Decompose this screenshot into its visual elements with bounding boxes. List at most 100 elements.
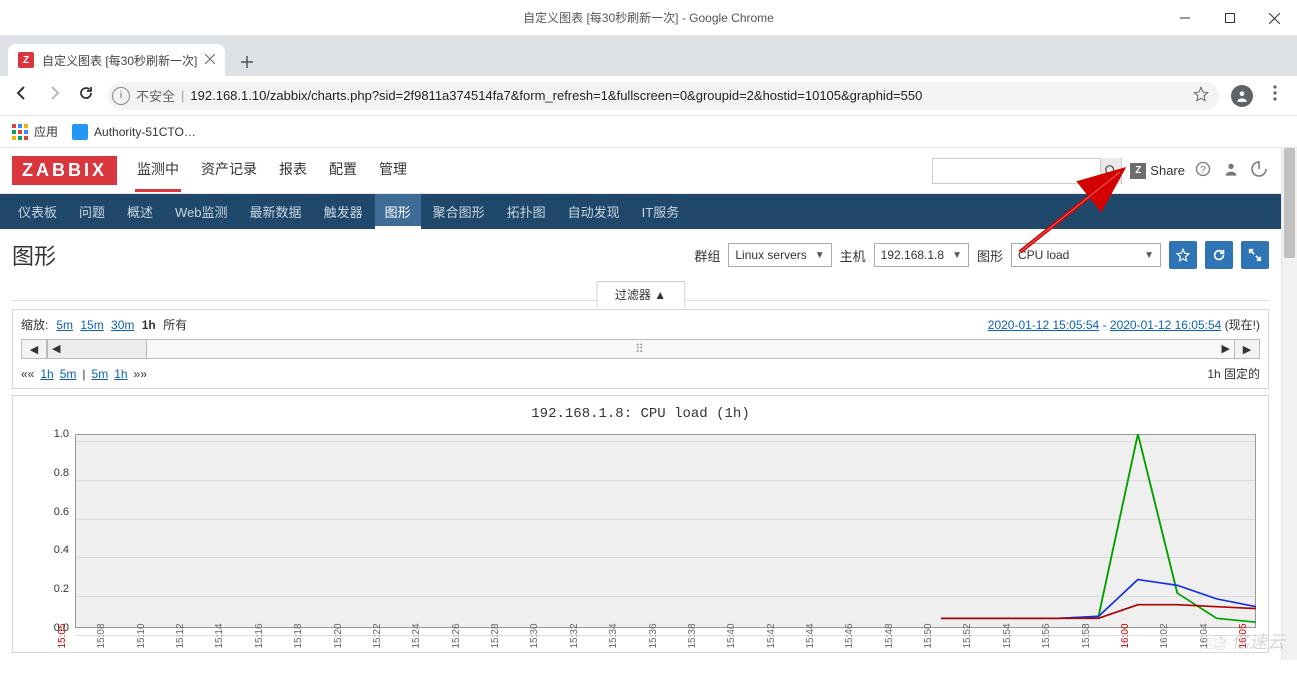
host-label: 主机	[840, 246, 866, 265]
subnav-latest[interactable]: 最新数据	[240, 194, 312, 229]
page-content: ZABBIX 监测中 资产记录 报表 配置 管理 Z Share	[0, 148, 1281, 653]
slider-right-button[interactable]: ▶	[1234, 339, 1260, 359]
group-select[interactable]: Linux servers ▼	[728, 243, 831, 267]
caret-down-icon: ▼	[1144, 250, 1154, 261]
chart-container: 192.168.1.8: CPU load (1h) 15:0515:0815:…	[12, 395, 1269, 653]
user-icon[interactable]	[1221, 161, 1241, 180]
zabbix-logo[interactable]: ZABBIX	[12, 156, 117, 185]
nav-dbl-right[interactable]: »»	[134, 367, 147, 381]
browser-tab[interactable]: Z 自定义图表 [每30秒刷新一次]	[8, 44, 225, 76]
secondary-nav: 仪表板 问题 概述 Web监测 最新数据 触发器 图形 聚合图形 拓扑图 自动发…	[0, 194, 1281, 229]
browser-tabstrip: Z 自定义图表 [每30秒刷新一次]	[0, 36, 1297, 76]
time-slider: ◀ ◀ ⠿ ▶ ▶	[21, 339, 1260, 359]
subnav-web[interactable]: Web监测	[165, 194, 238, 229]
back-button[interactable]	[12, 85, 32, 106]
subnav-problems[interactable]: 问题	[69, 194, 115, 229]
scroll-thumb[interactable]	[1284, 148, 1295, 258]
caret-down-icon: ▼	[815, 250, 825, 261]
fullscreen-button[interactable]	[1241, 241, 1269, 269]
zoom-15m[interactable]: 15m	[80, 318, 103, 332]
x-axis-labels: 15:0515:0815:1015:1215:1415:1615:1815:20…	[75, 632, 1256, 654]
host-select[interactable]: 192.168.1.8 ▼	[874, 243, 969, 267]
url-text: 192.168.1.10/zabbix/charts.php?sid=2f981…	[190, 88, 922, 103]
filter-toggle[interactable]: 过滤器 ▲	[596, 281, 685, 308]
subnav-screens[interactable]: 聚合图形	[423, 194, 495, 229]
zoom-1h[interactable]: 1h	[142, 318, 156, 332]
subnav-maps[interactable]: 拓扑图	[497, 194, 556, 229]
window-titlebar: 自定义图表 [每30秒刷新一次] - Google Chrome	[0, 0, 1297, 36]
window-minimize-button[interactable]	[1162, 0, 1207, 36]
bookmark-item[interactable]: Authority-51CTO…	[72, 124, 196, 140]
bookmarks-bar: 应用 Authority-51CTO…	[0, 116, 1297, 148]
nav-inventory[interactable]: 资产记录	[199, 149, 259, 192]
refresh-button[interactable]	[1205, 241, 1233, 269]
svg-text:?: ?	[1200, 165, 1206, 176]
subnav-triggers[interactable]: 触发器	[314, 194, 373, 229]
nav-administration[interactable]: 管理	[377, 149, 409, 192]
host-select-value: 192.168.1.8	[881, 248, 944, 262]
time-to[interactable]: 2020-01-12 16:05:54	[1110, 318, 1221, 332]
page-header: 图形 群组 Linux servers ▼ 主机 192.168.1.8 ▼ 图…	[0, 229, 1281, 281]
search-button[interactable]	[1100, 158, 1121, 184]
apps-shortcut[interactable]: 应用	[12, 123, 58, 140]
nav-reports[interactable]: 报表	[277, 149, 309, 192]
browser-navbar: i 不安全 | 192.168.1.10/zabbix/charts.php?s…	[0, 76, 1297, 116]
slider-track[interactable]: ◀ ⠿ ▶	[47, 339, 1234, 359]
slider-left-button[interactable]: ◀	[21, 339, 47, 359]
graph-select[interactable]: CPU load ▼	[1011, 243, 1161, 267]
apps-label: 应用	[34, 123, 58, 140]
favorite-button[interactable]	[1169, 241, 1197, 269]
caret-down-icon: ▼	[952, 250, 962, 261]
window-maximize-button[interactable]	[1207, 0, 1252, 36]
time-controls: 缩放: 5m 15m 30m 1h 所有 2020-01-12 15:05:54…	[12, 309, 1269, 389]
signout-icon[interactable]	[1249, 161, 1269, 180]
page-title: 图形	[12, 239, 56, 271]
nav-left-1h[interactable]: 1h	[40, 367, 53, 381]
group-label: 群组	[694, 246, 720, 265]
site-info-icon[interactable]: i	[112, 87, 130, 105]
new-tab-button[interactable]	[233, 48, 261, 76]
forward-button[interactable]	[44, 85, 64, 106]
share-label: Share	[1150, 163, 1185, 178]
window-close-button[interactable]	[1252, 0, 1297, 36]
chart-title: 192.168.1.8: CPU load (1h)	[19, 406, 1262, 422]
slider-grip-icon: ⠿	[635, 342, 646, 356]
chart-series	[75, 434, 1256, 628]
browser-menu-button[interactable]	[1265, 85, 1285, 106]
zoom-30m[interactable]: 30m	[111, 318, 134, 332]
tab-close-icon[interactable]	[205, 53, 215, 67]
nav-right-5m[interactable]: 5m	[92, 367, 109, 381]
subnav-overview[interactable]: 概述	[117, 194, 163, 229]
bookmark-favicon-icon	[72, 124, 88, 140]
zoom-links: 5m 15m 30m 1h 所有	[54, 316, 189, 333]
profile-avatar-icon[interactable]	[1231, 85, 1253, 107]
search-box	[932, 158, 1122, 184]
share-z-icon: Z	[1130, 163, 1146, 179]
graph-label: 图形	[977, 246, 1003, 265]
filter-row: 过滤器 ▲	[12, 281, 1269, 301]
address-bar[interactable]: i 不安全 | 192.168.1.10/zabbix/charts.php?s…	[108, 82, 1219, 110]
group-select-value: Linux servers	[735, 248, 806, 262]
page-scrollbar[interactable]	[1281, 148, 1297, 660]
help-icon[interactable]: ?	[1193, 161, 1213, 180]
subnav-itservices[interactable]: IT服务	[632, 194, 690, 229]
bookmark-label: Authority-51CTO…	[94, 125, 196, 139]
nav-right-1h[interactable]: 1h	[114, 367, 127, 381]
subnav-discovery[interactable]: 自动发现	[558, 194, 630, 229]
search-input[interactable]	[933, 164, 1100, 178]
nav-monitoring[interactable]: 监测中	[135, 149, 181, 192]
fixed-label: 1h 固定的	[1207, 365, 1260, 382]
share-button[interactable]: Z Share	[1130, 163, 1185, 179]
bookmark-star-icon[interactable]	[1193, 86, 1209, 105]
subnav-graphs[interactable]: 图形	[375, 194, 421, 229]
zoom-all[interactable]: 所有	[163, 318, 187, 332]
reload-button[interactable]	[76, 85, 96, 106]
nav-dbl-left[interactable]: ««	[21, 367, 34, 381]
time-from[interactable]: 2020-01-12 15:05:54	[988, 318, 1099, 332]
zoom-5m[interactable]: 5m	[56, 318, 73, 332]
nav-left-5m[interactable]: 5m	[60, 367, 77, 381]
nav-configuration[interactable]: 配置	[327, 149, 359, 192]
slider-thumb[interactable]: ◀	[47, 339, 147, 359]
subnav-dashboard[interactable]: 仪表板	[8, 194, 67, 229]
time-nav-links: «« 1h 5m | 5m 1h »» 1h 固定的	[21, 365, 1260, 382]
